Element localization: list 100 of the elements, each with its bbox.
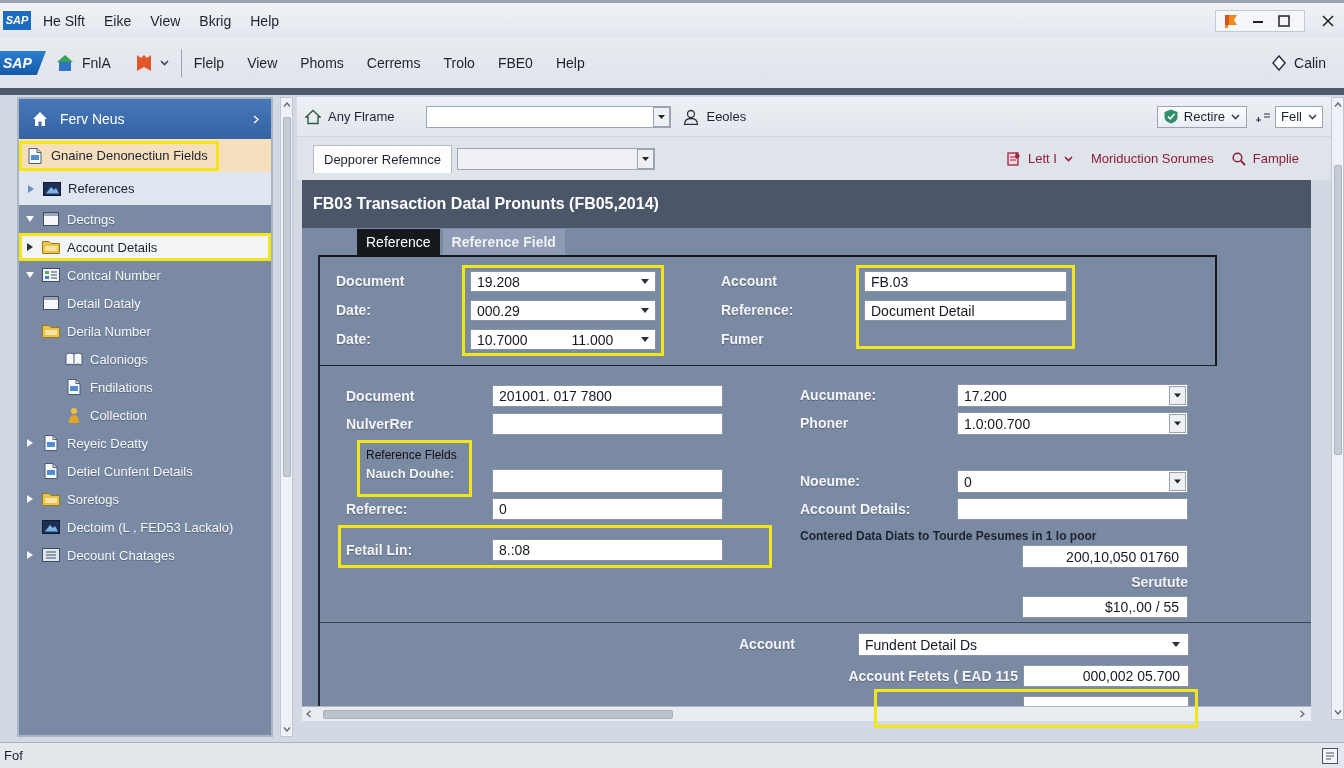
- form-title: FB03 Transaction Datal Pronunts (FB05,2014): [313, 195, 659, 213]
- menu-item[interactable]: Flelp: [193, 53, 225, 73]
- menu-item[interactable]: He Slft: [43, 10, 85, 31]
- scrollbar-thumb[interactable]: [1333, 165, 1342, 455]
- picture-icon: [43, 180, 61, 197]
- link[interactable]: Moriduction Sorumes: [1090, 151, 1214, 166]
- input-field[interactable]: [1023, 696, 1189, 707]
- home-icon: [305, 108, 321, 125]
- input-field[interactable]: Document Detail: [864, 300, 1067, 321]
- caret-down-icon: [641, 308, 649, 313]
- menu-item[interactable]: FBE0: [497, 53, 533, 73]
- scrollbar[interactable]: [280, 97, 293, 737]
- dropdown-field[interactable]: 0: [957, 470, 1188, 493]
- dropdown-field[interactable]: [426, 105, 672, 128]
- menu-item[interactable]: Help: [250, 10, 280, 31]
- document-icon: [42, 435, 60, 451]
- home-icon: [32, 111, 48, 127]
- menu-item[interactable]: Cerrems: [366, 53, 421, 73]
- note-icon: [1322, 747, 1338, 764]
- input-field[interactable]: [492, 469, 723, 493]
- input-field[interactable]: [957, 498, 1188, 520]
- scrollbar[interactable]: [302, 706, 1311, 721]
- person-icon: [683, 108, 700, 125]
- dropdown-field[interactable]: 1.0:00.700: [957, 412, 1188, 435]
- tree-item[interactable]: Account Details: [19, 233, 271, 261]
- action-button[interactable]: Rectire: [1156, 105, 1248, 128]
- window-icon: [42, 295, 60, 311]
- close-icon[interactable]: [1322, 14, 1334, 27]
- menu-item[interactable]: View: [150, 10, 181, 31]
- document-icon: [65, 379, 83, 395]
- document-icon: [26, 147, 44, 164]
- input-field[interactable]: FB.03: [864, 271, 1067, 292]
- menu-item[interactable]: Trolo: [443, 53, 475, 73]
- chevron-left-icon[interactable]: [306, 710, 311, 718]
- sidebar-title: Ferv Neus: [60, 111, 125, 127]
- field-label: Noeume:: [800, 472, 861, 491]
- input-field[interactable]: 000,002 05.700: [1023, 665, 1189, 687]
- field-label: Account: [739, 635, 796, 654]
- dropdown-field[interactable]: [457, 147, 656, 170]
- notepad-icon: [1007, 151, 1021, 166]
- maximize-icon[interactable]: [1278, 14, 1290, 27]
- toolbar-button[interactable]: Eeoles: [683, 108, 747, 125]
- group-title: Reference Flelds: [366, 447, 458, 463]
- chevron-right-icon[interactable]: [1300, 710, 1305, 718]
- menu-item[interactable]: Phoms: [300, 53, 344, 73]
- dropdown-field[interactable]: 10.7000 11.000: [470, 329, 656, 350]
- field-label: Nauch Douhe:: [366, 465, 456, 483]
- field-label: Serutute: [1131, 573, 1188, 591]
- toolbar-button[interactable]: Any Flrame: [305, 108, 395, 125]
- menu-item[interactable]: View: [247, 53, 278, 73]
- scrollbar[interactable]: [1331, 97, 1344, 720]
- diamond-icon: [1272, 55, 1287, 71]
- folder-icon: [42, 491, 60, 507]
- chevron-up-icon[interactable]: [282, 102, 291, 107]
- menu-item[interactable]: Eike: [104, 10, 132, 31]
- dropdown-field[interactable]: 17.200: [957, 384, 1188, 407]
- document-icon: [42, 463, 60, 479]
- chevron-up-icon[interactable]: [1333, 102, 1342, 107]
- sidebar-item[interactable]: References: [19, 173, 146, 204]
- menu-item[interactable]: Bkrig: [199, 10, 232, 31]
- chevron-down-icon: [1308, 113, 1317, 120]
- toolbar-button[interactable]: FnlA: [56, 54, 111, 72]
- chevron-down-icon[interactable]: [1333, 710, 1342, 715]
- input-field[interactable]: [492, 413, 723, 435]
- caret-down-icon: [637, 148, 655, 169]
- field-label: Account: [721, 272, 778, 291]
- caret-down-icon: [1169, 414, 1186, 433]
- tab[interactable]: Reference: [357, 229, 440, 255]
- field-label: Aucumane:: [800, 386, 878, 405]
- user-button[interactable]: Calin: [1272, 55, 1326, 71]
- field-label: Fumer: [721, 330, 765, 349]
- scrollbar-thumb[interactable]: [282, 117, 291, 477]
- logo: SAP: [3, 11, 31, 30]
- chevron-right-icon: [253, 114, 259, 124]
- view-select[interactable]: Fell: [1275, 105, 1323, 128]
- shield-icon: [1163, 109, 1178, 124]
- input-field[interactable]: 8.:08: [492, 539, 723, 561]
- menu-button[interactable]: Lett I: [1007, 151, 1073, 166]
- input-field[interactable]: 0: [492, 498, 723, 520]
- field-label: Account Fetets ( EAD 115: [848, 666, 1018, 686]
- input-field[interactable]: 200,10,050 01760: [1022, 545, 1188, 568]
- sidebar-item[interactable]: Gnaine Denonectiun Fields: [19, 140, 219, 171]
- flag-icon: [1224, 13, 1238, 28]
- caret-down-icon: [1169, 472, 1186, 491]
- field-label: Phoner: [800, 414, 850, 433]
- dropdown-field[interactable]: 19.208: [470, 271, 656, 292]
- window-icon: [42, 211, 60, 227]
- menu-button[interactable]: [135, 54, 169, 72]
- dropdown-field[interactable]: Fundent Detail Ds: [858, 633, 1189, 656]
- input-field[interactable]: $10,.00 / 55: [1022, 596, 1188, 618]
- menu-item[interactable]: Help: [555, 53, 585, 73]
- field-label: Date:: [336, 330, 372, 349]
- scrollbar-thumb[interactable]: [323, 709, 673, 719]
- dropdown-field[interactable]: 000.29: [470, 300, 656, 321]
- tab-button[interactable]: Depporer Refemnce: [313, 144, 453, 173]
- field-label: Document: [336, 272, 406, 291]
- input-field[interactable]: 201001. 017 7800: [492, 385, 723, 407]
- chevron-down-icon[interactable]: [282, 727, 291, 732]
- sort-icon[interactable]: [1255, 110, 1272, 123]
- search-button[interactable]: Famplie: [1231, 151, 1299, 166]
